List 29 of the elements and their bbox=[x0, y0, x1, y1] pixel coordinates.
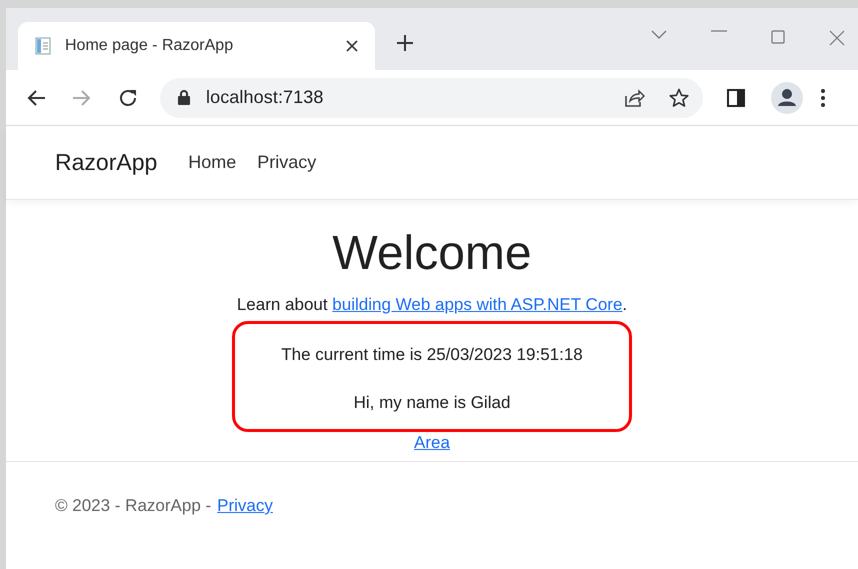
brand-link[interactable]: RazorApp bbox=[55, 149, 158, 176]
profile-avatar-icon[interactable] bbox=[771, 82, 803, 114]
reload-icon[interactable] bbox=[118, 88, 138, 108]
minimize-icon[interactable] bbox=[711, 30, 727, 32]
address-bar[interactable]: localhost:7138 bbox=[160, 78, 703, 118]
side-panel-icon[interactable] bbox=[727, 88, 745, 106]
url-text: localhost:7138 bbox=[206, 87, 324, 108]
plus-icon[interactable] bbox=[396, 34, 414, 52]
close-icon[interactable] bbox=[345, 39, 359, 53]
browser-tab[interactable]: Home page - RazorApp bbox=[18, 22, 375, 70]
nav-link[interactable]: Privacy bbox=[257, 152, 316, 173]
back-arrow-icon[interactable] bbox=[26, 88, 46, 106]
intro-text: Learn about building Web apps with ASP.NET Core. bbox=[236, 294, 628, 315]
page-icon bbox=[35, 37, 51, 55]
footer-text: © 2023 - RazorApp - bbox=[55, 496, 212, 516]
menu-icon[interactable] bbox=[821, 88, 825, 106]
tab-title: Home page - RazorApp bbox=[65, 37, 234, 55]
nav-link[interactable]: Home bbox=[188, 152, 236, 173]
star-icon[interactable] bbox=[669, 88, 689, 108]
chevron-down-icon[interactable] bbox=[651, 30, 667, 40]
share-icon[interactable] bbox=[623, 88, 645, 108]
docs-link[interactable]: building Web apps with ASP.NET Core bbox=[332, 294, 622, 314]
maximize-icon[interactable] bbox=[771, 30, 785, 44]
area-link[interactable]: Area bbox=[414, 432, 450, 453]
body-text: Hi, my name is Gilad bbox=[354, 392, 510, 413]
footer-link[interactable]: Privacy bbox=[217, 496, 273, 516]
lock-icon bbox=[178, 90, 190, 105]
body-text: The current time is 25/03/2023 19:51:18 bbox=[281, 344, 583, 365]
page-heading: Welcome bbox=[332, 228, 532, 281]
